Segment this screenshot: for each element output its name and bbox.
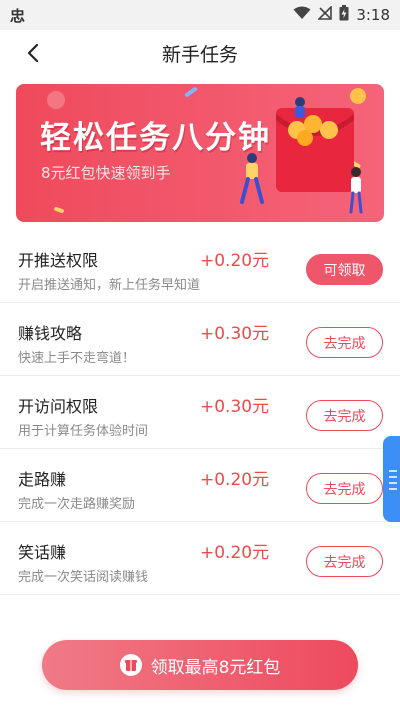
claim-red-packet-button[interactable]: 领取最高8元红包 — [42, 640, 358, 690]
task-desc: 完成一次走路赚奖励 — [18, 497, 136, 512]
task-reward: +0.30元 — [200, 397, 270, 417]
wifi-icon — [293, 6, 311, 24]
task-reward: +0.20元 — [200, 543, 270, 563]
back-button[interactable] — [18, 38, 48, 68]
task-list: 开推送权限 开启推送通知，新上任务早知道 +0.20元 可领取 赚钱攻略 快速上… — [0, 230, 400, 595]
bottom-button-label: 领取最高8元红包 — [150, 657, 281, 678]
status-time: 3:18 — [356, 6, 390, 24]
nav-bar: 新手任务 — [0, 30, 400, 76]
task-reward: +0.20元 — [200, 251, 270, 271]
battery-charging-icon — [339, 5, 349, 25]
complete-task-button[interactable]: 去完成 — [306, 327, 383, 358]
app-notification-glyph: 忠 — [10, 6, 26, 25]
complete-task-button[interactable]: 去完成 — [306, 400, 383, 431]
task-title: 开推送权限 — [18, 251, 99, 270]
grip-line — [389, 476, 397, 478]
grip-line — [389, 488, 397, 490]
status-bar: 忠 3:18 — [0, 0, 400, 30]
task-row: 开推送权限 开启推送通知，新上任务早知道 +0.20元 可领取 — [0, 230, 400, 303]
status-right: 3:18 — [293, 5, 390, 25]
task-title: 开访问权限 — [18, 397, 99, 416]
floating-side-tab[interactable] — [383, 436, 400, 522]
task-desc: 完成一次笑话阅读赚钱 — [18, 570, 149, 585]
banner-subtitle: 8元红包快速领到手 — [41, 164, 171, 182]
claim-button[interactable]: 可领取 — [306, 254, 383, 285]
task-row: 赚钱攻略 快速上手不走弯道！ +0.30元 去完成 — [0, 303, 400, 376]
signal-off-icon — [317, 5, 333, 24]
task-reward: +0.20元 — [200, 470, 270, 490]
task-title: 笑话赚 — [18, 543, 67, 562]
promo-banner[interactable]: 轻松任务八分钟 8元红包快速领到手 — [16, 84, 384, 222]
task-title: 走路赚 — [18, 470, 67, 489]
complete-task-button[interactable]: 去完成 — [306, 546, 383, 577]
task-row: 开访问权限 用于计算任务体验时间 +0.30元 去完成 — [0, 376, 400, 449]
task-title: 赚钱攻略 — [18, 324, 83, 343]
grip-line — [389, 470, 397, 472]
chevron-left-icon — [27, 43, 39, 63]
task-desc: 开启推送通知，新上任务早知道 — [18, 278, 201, 293]
banner-title: 轻松任务八分钟 — [40, 120, 271, 156]
task-desc: 用于计算任务体验时间 — [18, 424, 149, 439]
status-left: 忠 — [10, 5, 25, 26]
page-title: 新手任务 — [161, 43, 238, 66]
complete-task-button[interactable]: 去完成 — [306, 473, 383, 504]
task-row: 笑话赚 完成一次笑话阅读赚钱 +0.20元 去完成 — [0, 522, 400, 595]
gift-bag-icon — [119, 654, 142, 676]
task-reward: +0.30元 — [200, 324, 270, 344]
task-desc: 快速上手不走弯道！ — [18, 351, 136, 366]
task-row: 走路赚 完成一次走路赚奖励 +0.20元 去完成 — [0, 449, 400, 522]
grip-line — [389, 482, 397, 484]
